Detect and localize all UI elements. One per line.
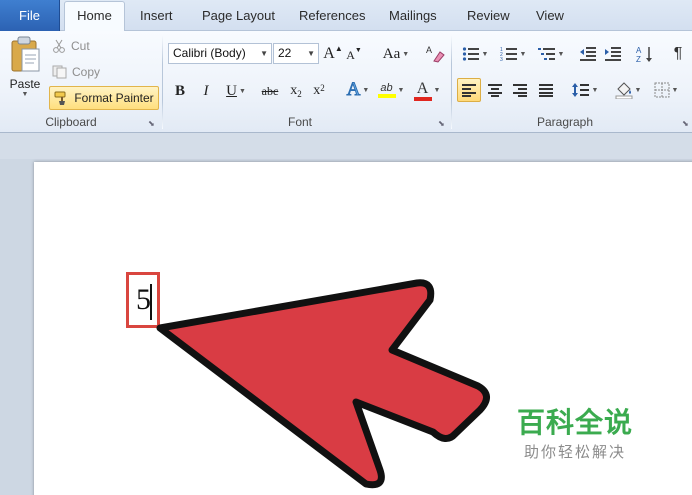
watermark-subtitle: 助你轻松解决 <box>524 443 627 461</box>
watermark-title: 百科全说 <box>517 406 634 439</box>
